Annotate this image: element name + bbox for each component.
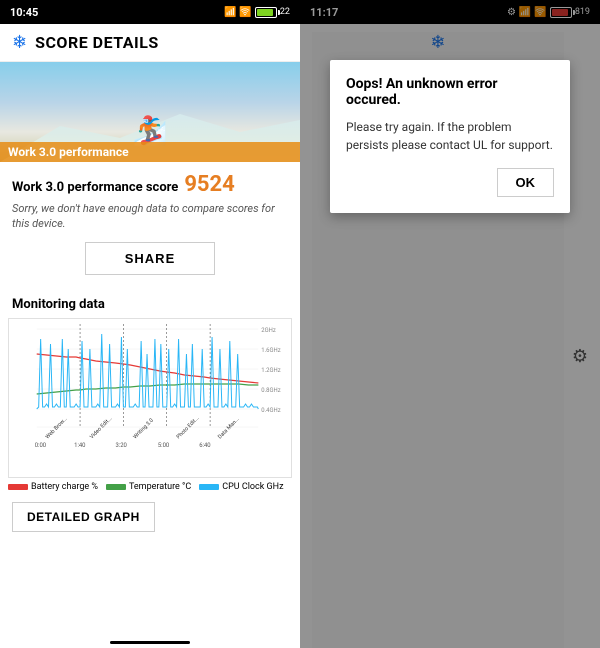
legend-temp: Temperature °C <box>106 482 191 492</box>
dialog-ok-button[interactable]: OK <box>497 168 555 197</box>
status-bar-left: 10:45 📶 🛜 22 <box>0 0 300 24</box>
svg-text:5:00: 5:00 <box>158 442 169 449</box>
battery-icon-left <box>255 7 277 18</box>
sim-icon: 📶 <box>224 7 236 18</box>
app-title-left: SCORE DETAILS <box>35 33 159 52</box>
battery-text-left: 22 <box>280 7 290 17</box>
score-note: Sorry, we don't have enough data to comp… <box>12 201 288 232</box>
svg-text:Data Man...: Data Man... <box>217 416 241 440</box>
left-scroll-content: Work 3.0 performance Work 3.0 performanc… <box>0 62 300 637</box>
chart-svg: 2GHz 1.6GHz 1.2GHz 0.8GHz 0.4GHz Web Bro… <box>17 319 283 449</box>
dialog-overlay: Oops! An unknown error occured. Please t… <box>300 0 600 648</box>
legend-battery: Battery charge % <box>8 482 98 492</box>
chart-container: 2GHz 1.6GHz 1.2GHz 0.8GHz 0.4GHz Web Bro… <box>8 318 292 478</box>
svg-text:Writing 3.0: Writing 3.0 <box>132 417 154 440</box>
svg-text:1:40: 1:40 <box>74 442 85 449</box>
legend-dot-cpu <box>199 484 219 490</box>
legend-label-battery: Battery charge % <box>31 482 98 492</box>
legend-label-temp: Temperature °C <box>129 482 191 492</box>
svg-text:2GHz: 2GHz <box>261 327 276 334</box>
hero-image-left: Work 3.0 performance <box>0 62 300 162</box>
score-label: Work 3.0 performance score <box>12 180 178 195</box>
time-left: 10:45 <box>10 6 38 19</box>
hero-figure-left <box>120 107 180 147</box>
svg-text:0.4GHz: 0.4GHz <box>261 407 280 414</box>
dialog-box: Oops! An unknown error occured. Please t… <box>330 60 570 213</box>
hero-label-left: Work 3.0 performance <box>0 142 300 162</box>
left-panel: 10:45 📶 🛜 22 ❄ SCORE DETAILS Work 3.0 pe… <box>0 0 300 648</box>
score-section: Work 3.0 performance score 9524 Sorry, w… <box>0 162 300 297</box>
svg-text:Video Edit...: Video Edit... <box>89 415 113 440</box>
score-row: Work 3.0 performance score 9524 <box>12 172 288 197</box>
svg-text:Photo Edit...: Photo Edit... <box>176 415 201 440</box>
svg-text:0:00: 0:00 <box>35 442 46 449</box>
legend-dot-temp <box>106 484 126 490</box>
detailed-graph-button[interactable]: DETAILED GRAPH <box>12 502 155 532</box>
status-icons-left: 📶 🛜 22 <box>224 7 290 18</box>
dialog-title: Oops! An unknown error occured. <box>346 76 554 108</box>
svg-text:0.8GHz: 0.8GHz <box>261 387 280 394</box>
app-header-left: ❄ SCORE DETAILS <box>0 24 300 62</box>
svg-text:1.6GHz: 1.6GHz <box>261 347 280 354</box>
dialog-message: Please try again. If the problem persist… <box>346 118 554 154</box>
svg-text:1.2GHz: 1.2GHz <box>261 367 280 374</box>
chart-legend: Battery charge % Temperature °C CPU Cloc… <box>0 478 300 496</box>
share-button[interactable]: SHARE <box>85 242 215 275</box>
snowflake-icon-left: ❄ <box>12 32 27 53</box>
nav-indicator-left <box>110 641 190 644</box>
right-panel: 11:17 ⚙ 📶 🛜 819 ❄ PCMARK ⚙ device. Swipe… <box>300 0 600 648</box>
svg-text:6:40: 6:40 <box>199 442 210 449</box>
svg-text:Web Brow...: Web Brow... <box>45 416 69 440</box>
svg-text:3:20: 3:20 <box>116 442 127 449</box>
wifi-icon-left: 🛜 <box>239 7 251 18</box>
battery-fill-left <box>257 9 273 16</box>
legend-cpu: CPU Clock GHz <box>199 482 283 492</box>
score-value: 9524 <box>184 172 235 197</box>
dialog-actions: OK <box>346 168 554 197</box>
monitoring-title: Monitoring data <box>0 297 300 318</box>
legend-label-cpu: CPU Clock GHz <box>222 482 283 492</box>
legend-dot-battery <box>8 484 28 490</box>
